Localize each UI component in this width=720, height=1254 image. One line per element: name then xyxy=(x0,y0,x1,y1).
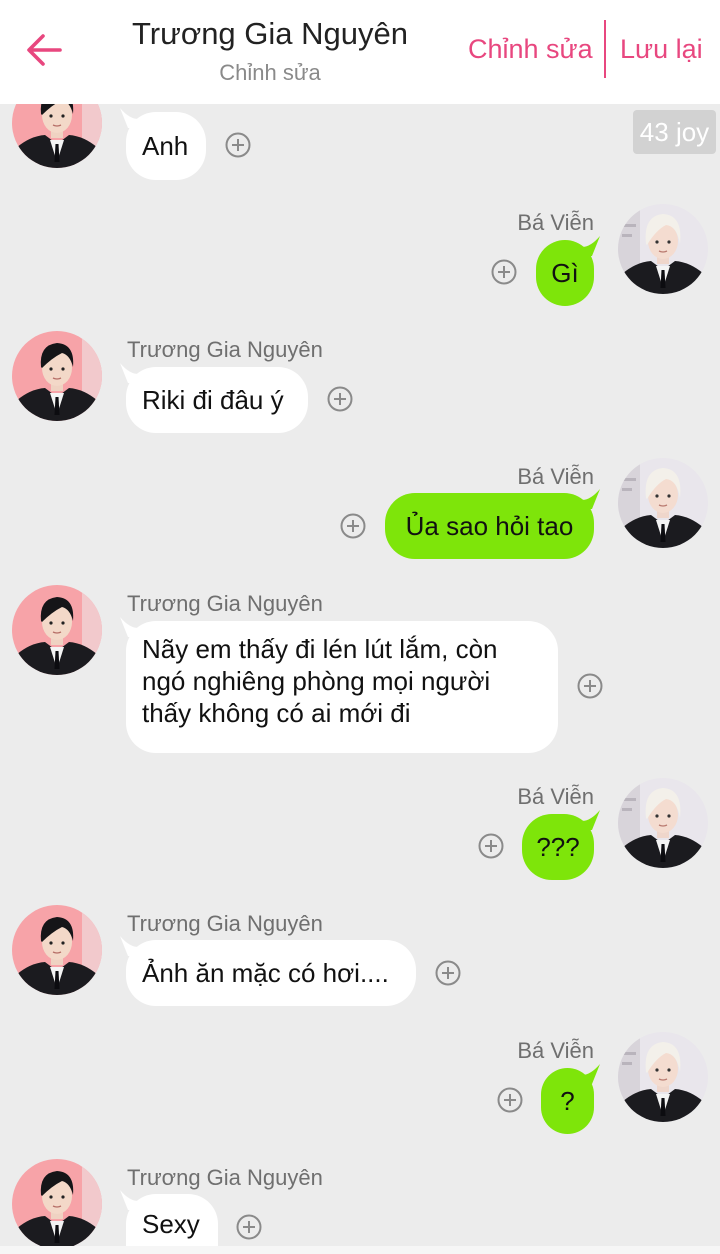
plus-circle-icon[interactable] xyxy=(225,132,251,158)
message-bubble[interactable]: Nãy em thấy đi lén lút lắm, còn ngó nghi… xyxy=(120,617,558,753)
message-bubble[interactable]: Ảnh ăn mặc có hơi.... xyxy=(120,936,416,1006)
top-bar: Trương Gia Nguyên Chỉnh sửa Chỉnh sửa Lư… xyxy=(0,0,720,104)
plus-circle-icon[interactable] xyxy=(577,673,603,699)
avatar[interactable] xyxy=(618,1032,708,1122)
chat-subtitle: Chỉnh sửa xyxy=(219,60,321,85)
sender-name: Bá Viễn xyxy=(517,784,594,809)
joy-badge: 43 joy xyxy=(633,110,716,154)
message-bubble[interactable]: Gì xyxy=(536,236,600,306)
avatar[interactable] xyxy=(618,204,708,294)
back-button[interactable] xyxy=(18,26,70,74)
sender-name: Trương Gia Nguyên xyxy=(127,1165,323,1190)
bottom-edge xyxy=(0,1246,720,1254)
message-text: ??? xyxy=(536,832,580,862)
chat-title: Trương Gia Nguyên xyxy=(132,16,408,51)
message-text-line: Nãy em thấy đi lén lút lắm, còn xyxy=(142,634,498,664)
avatar[interactable] xyxy=(618,778,708,868)
header-divider xyxy=(604,20,606,78)
message-text: Anh xyxy=(142,131,189,161)
message-text: Ủa sao hỏi tao xyxy=(405,511,574,541)
plus-circle-icon[interactable] xyxy=(491,259,517,285)
avatar[interactable] xyxy=(12,905,102,995)
sender-name: Trương Gia Nguyên xyxy=(127,911,323,936)
avatar[interactable] xyxy=(618,458,708,548)
sender-name: Bá Viễn xyxy=(517,210,594,235)
plus-circle-icon[interactable] xyxy=(435,960,461,986)
message-text-line: ngó nghiêng phòng mọi người xyxy=(142,666,491,696)
message-bubble[interactable]: ??? xyxy=(522,810,600,880)
plus-circle-icon[interactable] xyxy=(327,386,353,412)
message-text: Sexy xyxy=(142,1209,200,1239)
message-bubble[interactable]: Riki đi đâu ý xyxy=(120,363,308,433)
message-bubble[interactable]: Anh xyxy=(120,108,206,180)
message-text-line: thấy không có ai mới đi xyxy=(142,698,411,728)
avatar[interactable] xyxy=(12,1159,102,1249)
message-bubble[interactable]: Sexy xyxy=(120,1190,218,1254)
message-bubble[interactable]: Ủa sao hỏi tao xyxy=(385,489,600,559)
plus-circle-icon[interactable] xyxy=(497,1087,523,1113)
sender-name: Trương Gia Nguyên xyxy=(127,591,323,616)
avatar[interactable] xyxy=(12,585,102,675)
plus-circle-icon[interactable] xyxy=(340,513,366,539)
save-button[interactable]: Lưu lại xyxy=(620,34,703,65)
message-text: Gì xyxy=(551,258,579,288)
message-text: ? xyxy=(560,1086,575,1116)
sender-name: Bá Viễn xyxy=(517,464,594,489)
edit-button[interactable]: Chỉnh sửa xyxy=(468,34,593,65)
plus-circle-icon[interactable] xyxy=(236,1214,262,1240)
message-text: Ảnh ăn mặc có hơi.... xyxy=(142,958,389,988)
message-text: Riki đi đâu ý xyxy=(142,385,284,415)
sender-name: Bá Viễn xyxy=(517,1038,594,1063)
arrow-left-icon[interactable] xyxy=(26,33,62,67)
sender-name: Trương Gia Nguyên xyxy=(127,337,323,362)
message-bubble[interactable]: ? xyxy=(541,1064,600,1134)
plus-circle-icon[interactable] xyxy=(478,833,504,859)
avatar[interactable] xyxy=(12,331,102,421)
